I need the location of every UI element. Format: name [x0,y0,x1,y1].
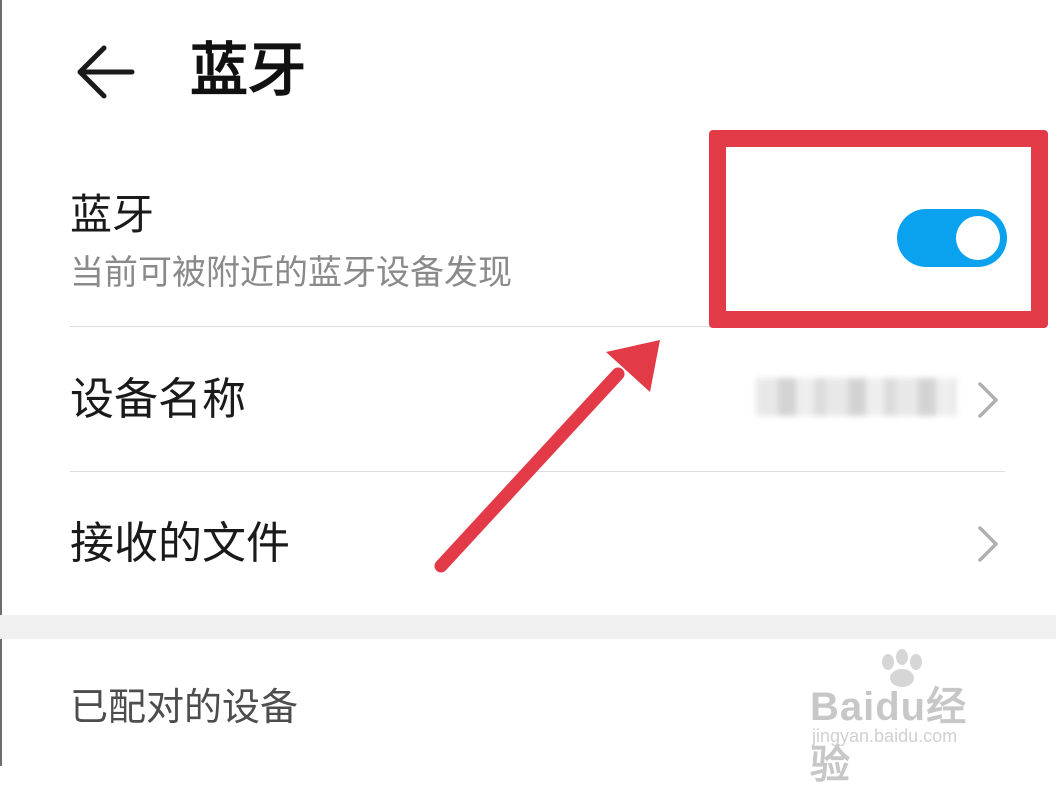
baidu-jingyan-watermark: Baidu经验 jingyan.baidu.com [806,648,1006,787]
watermark-url: jingyan.baidu.com [812,726,958,746]
